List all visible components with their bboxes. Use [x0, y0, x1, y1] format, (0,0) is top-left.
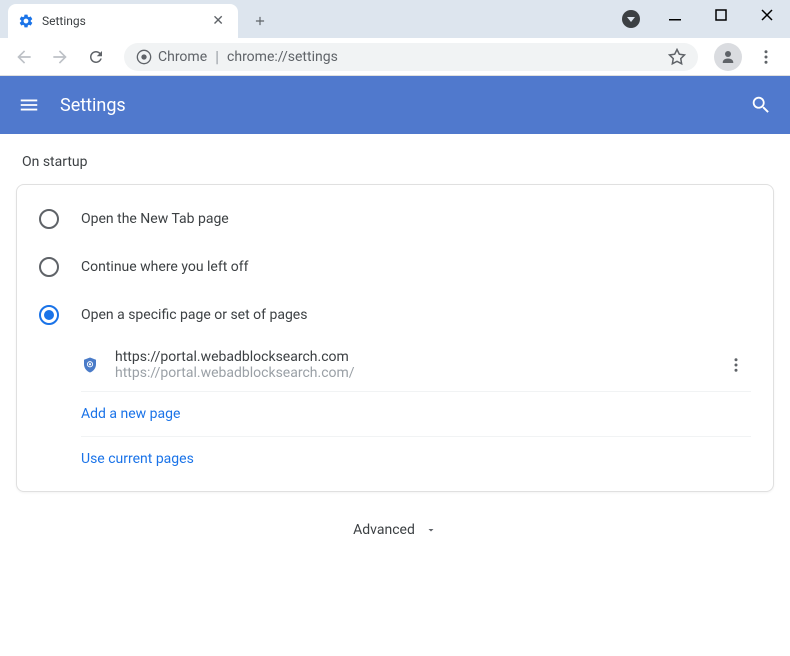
address-bar: Chrome | chrome://settings	[0, 38, 790, 76]
window-close-button[interactable]	[744, 0, 790, 30]
chevron-down-icon	[425, 524, 437, 536]
search-icon[interactable]	[750, 94, 772, 116]
startup-page-list: https://portal.webadblocksearch.com http…	[81, 339, 773, 481]
hamburger-menu-icon[interactable]	[18, 94, 40, 116]
shield-icon	[81, 356, 99, 374]
radio-label: Continue where you left off	[81, 259, 249, 275]
tab-bar: Settings ✕	[0, 0, 790, 38]
bookmark-star-icon[interactable]	[668, 48, 686, 66]
chip-label: Chrome	[158, 49, 207, 65]
use-current-link[interactable]: Use current pages	[81, 437, 751, 481]
site-info-chip[interactable]: Chrome	[136, 49, 207, 65]
page-url-text: https://portal.webadblocksearch.com/	[115, 365, 705, 381]
chrome-menu-button[interactable]	[750, 41, 782, 73]
maximize-button[interactable]	[698, 0, 744, 30]
minimize-button[interactable]	[652, 0, 698, 30]
radio-icon	[39, 209, 59, 229]
gear-icon	[18, 13, 34, 29]
advanced-toggle[interactable]: Advanced	[16, 492, 774, 548]
radio-label: Open a specific page or set of pages	[81, 307, 307, 323]
forward-button[interactable]	[44, 41, 76, 73]
radio-new-tab[interactable]: Open the New Tab page	[17, 195, 773, 243]
page-info: https://portal.webadblocksearch.com http…	[115, 349, 705, 381]
omnibox[interactable]: Chrome | chrome://settings	[124, 43, 698, 71]
back-button[interactable]	[8, 41, 40, 73]
browser-tab[interactable]: Settings ✕	[8, 4, 238, 38]
page-title-text: https://portal.webadblocksearch.com	[115, 349, 705, 365]
radio-icon	[39, 257, 59, 277]
radio-label: Open the New Tab page	[81, 211, 229, 227]
profile-button[interactable]	[714, 43, 742, 71]
add-page-link[interactable]: Add a new page	[81, 392, 751, 437]
reload-button[interactable]	[80, 41, 112, 73]
more-vert-icon[interactable]	[721, 350, 751, 380]
advanced-label: Advanced	[353, 522, 415, 538]
tab-mode-indicator	[622, 10, 640, 28]
radio-icon	[39, 305, 59, 325]
new-tab-button[interactable]	[246, 7, 274, 35]
url-text: chrome://settings	[227, 49, 660, 65]
radio-specific-pages[interactable]: Open a specific page or set of pages	[17, 291, 773, 339]
window-controls	[652, 0, 790, 30]
section-title: On startup	[22, 154, 774, 170]
content-scroll-area[interactable]: On startup Open the New Tab page Continu…	[0, 134, 790, 656]
page-title: Settings	[60, 95, 750, 116]
divider: |	[215, 47, 219, 66]
tab-title: Settings	[42, 14, 200, 28]
radio-continue[interactable]: Continue where you left off	[17, 243, 773, 291]
close-icon[interactable]: ✕	[208, 11, 228, 31]
startup-card: Open the New Tab page Continue where you…	[16, 184, 774, 492]
startup-page-row: https://portal.webadblocksearch.com http…	[81, 339, 751, 392]
settings-header: Settings	[0, 76, 790, 134]
